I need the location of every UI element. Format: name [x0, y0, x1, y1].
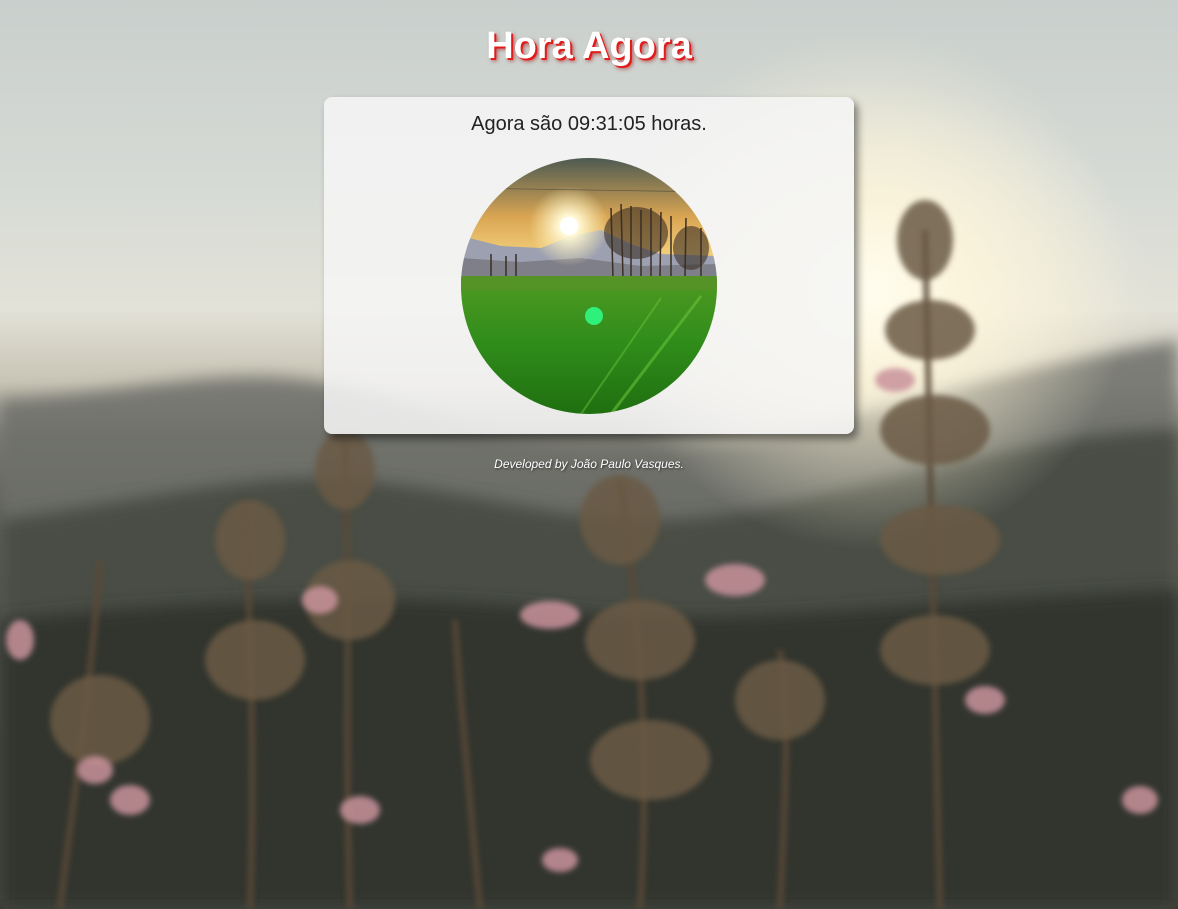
page-title: Hora Agora: [486, 25, 692, 67]
developer-credit: Developed by João Paulo Vasques.: [494, 457, 684, 471]
clock-card: Agora são 09:31:05 horas.: [324, 97, 854, 434]
morning-landscape-image: [461, 158, 717, 414]
current-time-message: Agora são 09:31:05 horas.: [471, 113, 707, 135]
